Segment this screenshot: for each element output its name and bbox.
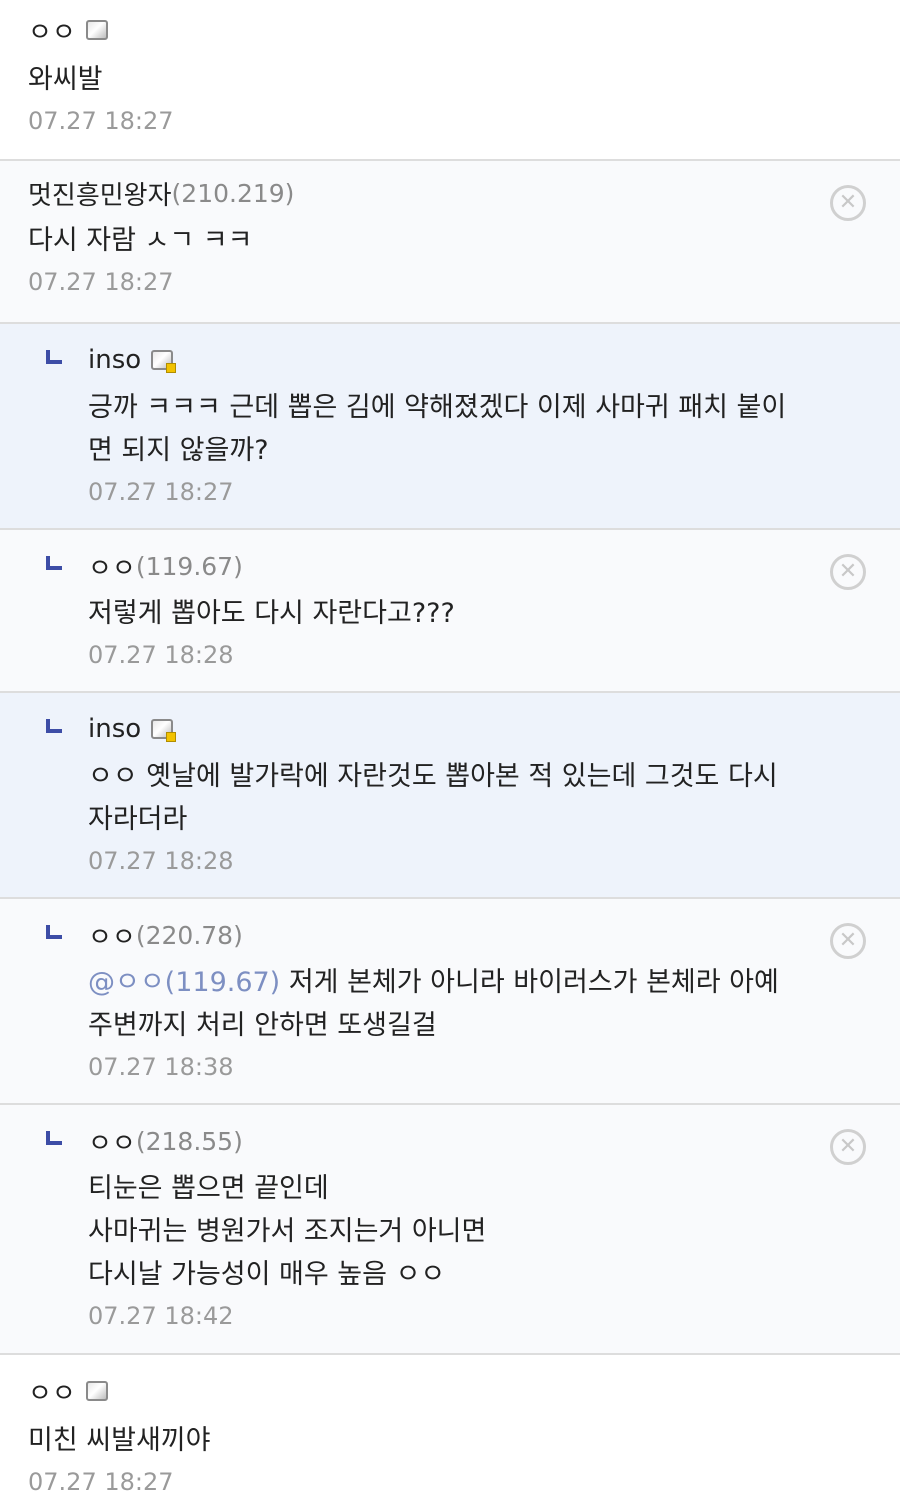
comment-item: 멋진흥민왕자 (210.219) 다시 자람 ㅅㄱ ㅋㅋ 07.27 18:27…: [0, 161, 900, 324]
reply-item: inso 긍까 ㅋㅋㅋ 근데 뽑은 김에 약해졌겠다 이제 사마귀 패치 붙이면…: [0, 324, 900, 530]
close-circle-icon: ✕: [838, 1134, 858, 1159]
close-circle-icon: ✕: [838, 190, 858, 215]
reply-item: ㅇㅇ (119.67) 저렇게 뽑아도 다시 자란다고??? 07.27 18:…: [0, 530, 900, 693]
gallery-badge-icon: [85, 20, 108, 40]
comment-author-row: ㅇㅇ (119.67): [88, 544, 810, 588]
delete-comment-button[interactable]: ✕: [830, 1129, 866, 1165]
comment-time: 07.27 18:38: [88, 1053, 234, 1081]
comment-author-row: inso: [88, 338, 810, 382]
mention-link[interactable]: @ㅇㅇ(119.67): [88, 967, 280, 998]
comment-text: 저렇게 뽑아도 다시 자란다고???: [88, 598, 455, 629]
comment-nickname[interactable]: ㅇㅇ: [88, 548, 136, 585]
reply-arrow-icon: [46, 925, 62, 939]
reply-item: ㅇㅇ (220.78) @ㅇㅇ(119.67) 저게 본체가 아니라 바이러스가…: [0, 899, 900, 1105]
comment-text: 긍까 ㅋㅋㅋ 근데 뽑은 김에 약해졌겠다 이제 사마귀 패치 붙이면 되지 않…: [88, 392, 787, 466]
comment-text: 와씨발: [28, 64, 103, 95]
delete-comment-button[interactable]: ✕: [830, 185, 866, 221]
comment-time: 07.27 18:27: [28, 1468, 174, 1496]
comment-author-row: ㅇㅇ: [28, 1369, 810, 1413]
comment-text: 미친 씨발새끼야: [28, 1425, 211, 1456]
comment-nickname[interactable]: inso: [88, 345, 141, 375]
gallery-badge-icon: [151, 719, 177, 742]
close-circle-icon: ✕: [838, 559, 858, 584]
comment-time: 07.27 18:28: [88, 847, 234, 875]
comment-nickname[interactable]: 멋진흥민왕자: [28, 175, 172, 212]
reply-item: inso ㅇㅇ 옛날에 발가락에 자란것도 뽑아본 적 있는데 그것도 다시 자…: [0, 693, 900, 899]
comment-text: 티눈은 뽑으면 끝인데 사마귀는 병원가서 조지는거 아니면 다시날 가능성이 …: [88, 1173, 487, 1290]
comment-nickname[interactable]: ㅇㅇ: [88, 1123, 136, 1160]
reply-arrow-icon: [46, 556, 62, 570]
comment-ip: (220.78): [135, 920, 243, 950]
comment-author-row: ㅇㅇ: [28, 8, 810, 52]
comment-author-row: ㅇㅇ (220.78): [88, 913, 810, 957]
comment-ip: (210.219): [171, 178, 295, 208]
comment-ip: (218.55): [135, 1126, 243, 1156]
comment-time: 07.27 18:27: [88, 478, 234, 506]
comment-nickname[interactable]: ㅇㅇ: [28, 1373, 76, 1410]
comment-text: 다시 자람 ㅅㄱ ㅋㅋ: [28, 225, 253, 256]
delete-comment-button[interactable]: ✕: [830, 554, 866, 590]
comment-author-row: 멋진흥민왕자 (210.219): [28, 171, 810, 215]
comment-author-row: inso: [88, 707, 810, 751]
comment-text: @ㅇㅇ(119.67) 저게 본체가 아니라 바이러스가 본체라 아예 주변까지…: [88, 961, 810, 1047]
close-circle-icon: ✕: [838, 928, 858, 953]
comment-text: ㅇㅇ 옛날에 발가락에 자란것도 뽑아본 적 있는데 그것도 다시 자라더라: [88, 761, 778, 835]
comment-nickname[interactable]: inso: [88, 714, 141, 744]
comment-time: 07.27 18:27: [28, 107, 174, 135]
reply-arrow-icon: [46, 719, 62, 733]
reply-arrow-icon: [46, 1131, 62, 1145]
comment-nickname[interactable]: ㅇㅇ: [28, 12, 76, 49]
comment-item: ㅇㅇ 미친 씨발새끼야 07.27 18:27: [0, 1355, 900, 1500]
comment-ip: (119.67): [135, 551, 243, 581]
comment-item: ㅇㅇ 와씨발 07.27 18:27: [0, 0, 900, 161]
reply-item: ㅇㅇ (218.55) 티눈은 뽑으면 끝인데 사마귀는 병원가서 조지는거 아…: [0, 1105, 900, 1355]
comment-author-row: ㅇㅇ (218.55): [88, 1119, 810, 1163]
reply-arrow-icon: [46, 350, 62, 364]
comment-time: 07.27 18:42: [88, 1302, 234, 1330]
gallery-badge-icon: [85, 1381, 108, 1401]
comment-nickname[interactable]: ㅇㅇ: [88, 917, 136, 954]
gallery-badge-icon: [151, 350, 177, 373]
comment-time: 07.27 18:28: [88, 641, 234, 669]
delete-comment-button[interactable]: ✕: [830, 923, 866, 959]
comment-time: 07.27 18:27: [28, 268, 174, 296]
